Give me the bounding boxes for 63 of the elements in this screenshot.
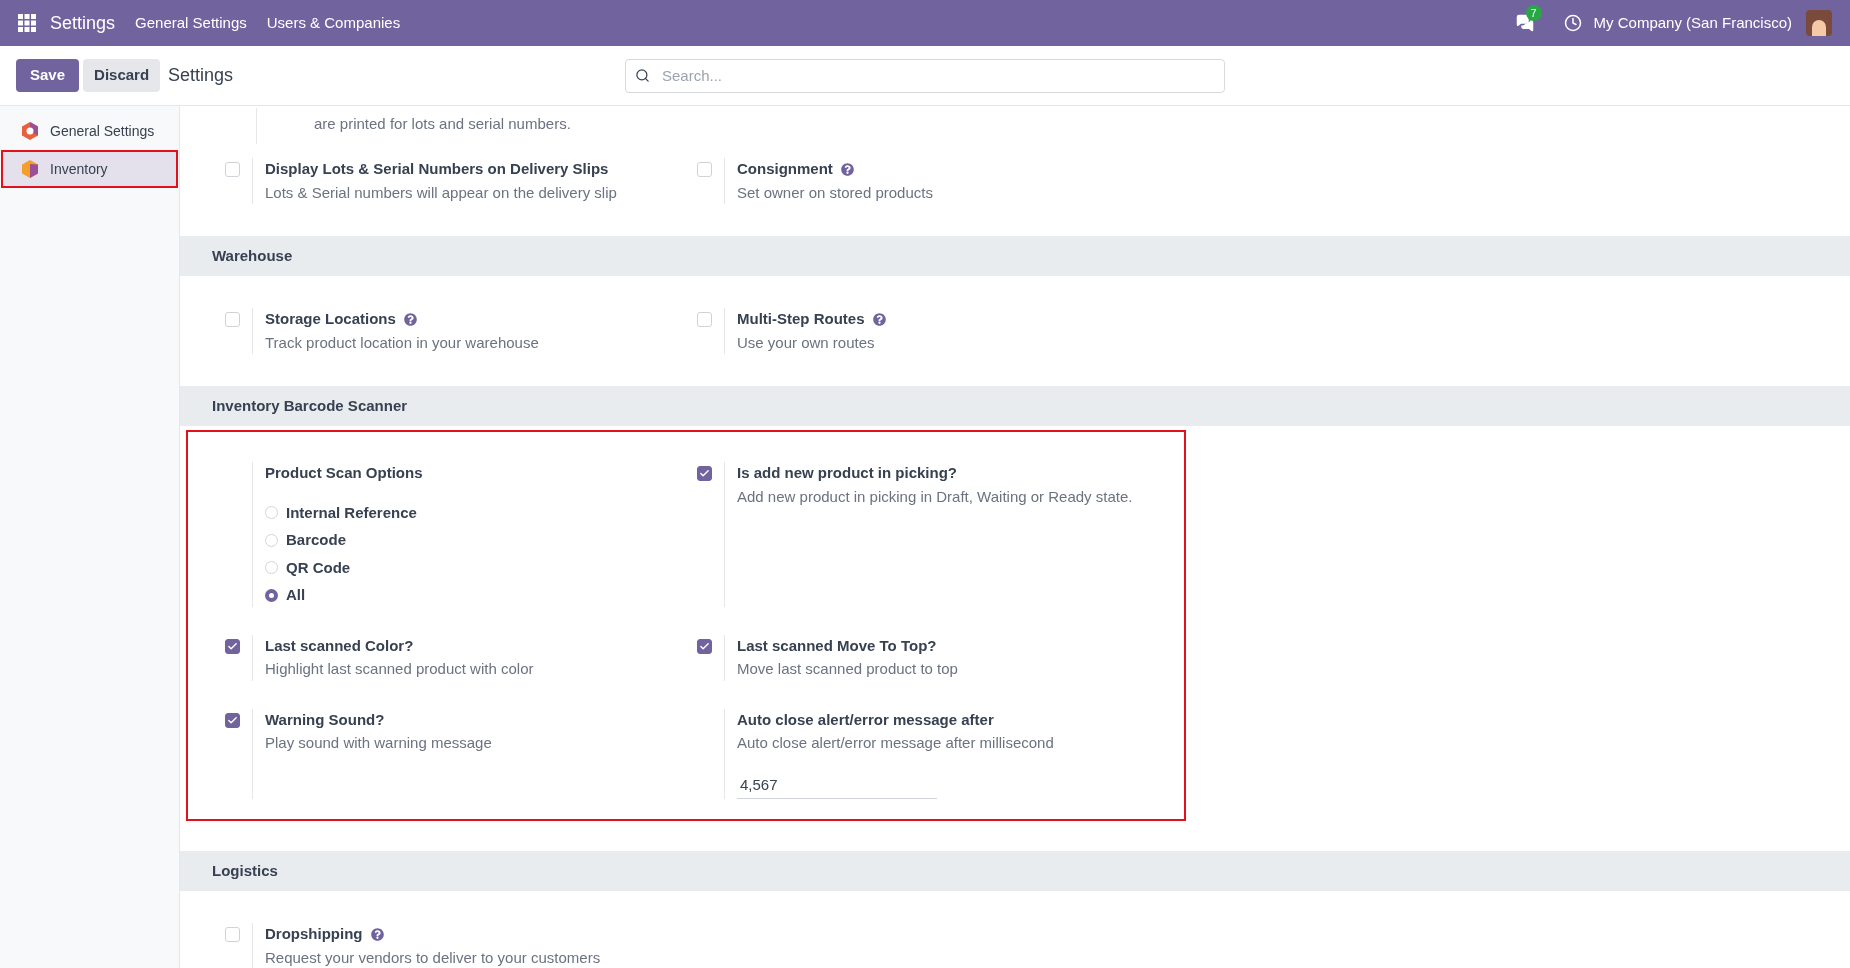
setting-description: Request your vendors to deliver to your customers — [265, 947, 601, 968]
apps-grid-icon[interactable] — [18, 14, 36, 32]
setting-description: Add new product in picking in Draft, Waiting or Ready state. — [737, 486, 1133, 507]
app-title[interactable]: Settings — [50, 9, 116, 37]
setting-label: Last scanned Color? — [265, 635, 414, 656]
avatar-icon[interactable] — [1806, 10, 1832, 36]
setting-label: Auto close alert/error message after — [737, 709, 994, 730]
check-icon — [227, 640, 238, 652]
search-field[interactable]: Search... — [625, 58, 1225, 93]
radio-button[interactable] — [265, 561, 278, 575]
check-icon — [227, 714, 238, 726]
setting-description: Move last scanned product to top — [737, 659, 958, 679]
sidebar-item[interactable]: General Settings — [1, 112, 178, 150]
radio-label: All — [286, 585, 306, 605]
setting-label: Consignment — [737, 159, 833, 179]
checkbox[interactable] — [225, 638, 240, 654]
help-icon[interactable] — [403, 312, 417, 326]
setting-description: are printed for lots and serial numbers. — [314, 115, 571, 132]
setting-label: Storage Locations — [265, 309, 396, 329]
search-icon — [635, 67, 650, 83]
page-title: Settings — [168, 64, 234, 87]
setting-description: Highlight last scanned product with color — [265, 659, 534, 679]
setting-label: Warning Sound? — [265, 709, 385, 730]
help-icon[interactable] — [840, 162, 854, 176]
setting-label: Dropshipping — [265, 924, 363, 944]
setting-description: Use your own routes — [737, 332, 876, 353]
check-icon — [699, 468, 710, 479]
setting-description: Set owner on stored products — [737, 182, 933, 203]
help-icon[interactable] — [872, 312, 886, 326]
company-switcher[interactable]: My Company (San Francisco) — [1593, 11, 1792, 35]
section-header: Warehouse — [180, 236, 1850, 276]
hexagon-cube-icon — [21, 159, 39, 179]
radio-label: Barcode — [286, 530, 347, 550]
radio-label: QR Code — [286, 557, 351, 578]
setting-label: Display Lots & Serial Numbers on Delivery Slips — [265, 159, 609, 179]
checkbox[interactable] — [697, 466, 712, 481]
nav-menu-item[interactable]: General Settings — [135, 11, 247, 35]
radio-button[interactable] — [265, 533, 278, 547]
clock-icon[interactable] — [1563, 14, 1582, 32]
setting-label: Is add new product in picking? — [737, 463, 957, 483]
section-header: Inventory Barcode Scanner — [180, 386, 1850, 426]
setting-description: Auto close alert/error message after millisecond — [737, 733, 1054, 753]
save-button[interactable]: Save — [16, 59, 80, 92]
setting-label: Product Scan Options — [265, 463, 423, 483]
setting-description: Lots & Serial numbers will appear on the delivery slip — [265, 182, 617, 203]
setting-label: Last scanned Move To Top? — [737, 635, 937, 656]
section-header: Logistics — [180, 851, 1850, 891]
discard-button[interactable]: Discard — [83, 59, 161, 92]
sidebar-item[interactable]: Inventory — [1, 150, 178, 188]
checkbox[interactable] — [697, 638, 712, 654]
radio-label: Internal Reference — [286, 502, 417, 523]
radio-button[interactable] — [265, 588, 278, 602]
setting-description: Track product location in your warehouse — [265, 332, 539, 353]
setting-label: Multi-Step Routes — [737, 309, 865, 329]
checkbox[interactable] — [225, 712, 240, 728]
help-icon[interactable] — [370, 927, 384, 941]
nav-menu-item[interactable]: Users & Companies — [266, 11, 401, 35]
setting-description: Play sound with warning message — [265, 733, 492, 753]
hexagon-ring-icon — [21, 121, 39, 141]
radio-button[interactable] — [265, 506, 278, 520]
message-count-badge: 7 — [1525, 5, 1542, 21]
check-icon — [699, 640, 710, 652]
number-field[interactable]: 4,567 — [737, 771, 937, 799]
